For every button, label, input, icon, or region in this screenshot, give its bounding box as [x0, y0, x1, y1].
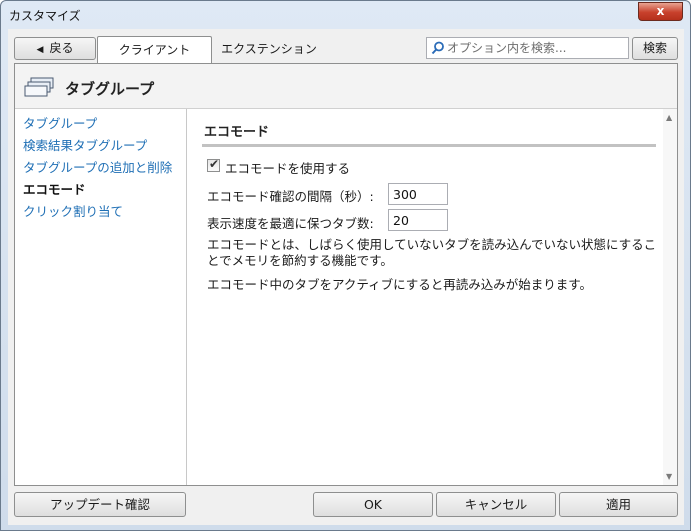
sidebar-item-add-remove[interactable]: タブグループの追加と削除	[15, 160, 186, 182]
close-icon: x	[656, 4, 665, 18]
tab-client[interactable]: クライアント	[97, 36, 212, 64]
check-update-button[interactable]: アップデート確認	[14, 492, 186, 517]
scroll-down-icon[interactable]: ▼	[666, 472, 672, 481]
search-box	[426, 37, 629, 59]
tab-count-label: 表示速度を最適に保つタブ数:	[207, 216, 374, 231]
back-button-label: 戻る	[49, 41, 74, 55]
title-bar: カスタマイズ x	[1, 1, 690, 29]
search-button[interactable]: 検索	[632, 37, 678, 60]
search-input[interactable]	[447, 40, 625, 56]
checkmark-icon: ✔	[209, 157, 220, 171]
close-button[interactable]: x	[638, 2, 683, 21]
sidebar-item-eco-mode[interactable]: エコモード	[15, 182, 186, 204]
sidebar-item-tab-group[interactable]: タブグループ	[15, 116, 186, 138]
scroll-up-icon[interactable]: ▲	[666, 113, 672, 122]
sidebar-item-click-assign[interactable]: クリック割り当て	[15, 204, 186, 226]
window-title: カスタマイズ	[9, 9, 81, 23]
options-panel: タブグループ タブグループ 検索結果タブグループ タブグループの追加と削除 エコ…	[14, 63, 678, 486]
apply-button[interactable]: 適用	[559, 492, 678, 517]
sidebar-nav: タブグループ 検索結果タブグループ タブグループの追加と削除 エコモード クリッ…	[15, 109, 187, 485]
section-divider	[202, 144, 656, 147]
tab-count-input[interactable]	[388, 209, 448, 231]
eco-mode-checkbox[interactable]: ✔	[207, 157, 220, 172]
section-title: エコモード	[204, 125, 270, 140]
eco-mode-checkbox-label[interactable]: エコモードを使用する	[225, 158, 350, 177]
tab-extension[interactable]: エクステンション	[214, 36, 324, 63]
ok-button[interactable]: OK	[313, 492, 433, 517]
panel-header: タブグループ	[15, 64, 677, 109]
tab-group-icon	[24, 77, 54, 97]
content-area: エコモード ✔ エコモードを使用する エコモード確認の間隔（秒）: 表示速度を最…	[188, 109, 663, 485]
search-icon	[431, 41, 444, 55]
panel-title: タブグループ	[65, 80, 155, 98]
dialog-window: カスタマイズ x ◀ 戻る クライアント エクステンション 検索	[0, 0, 691, 531]
eco-mode-description: エコモードとは、しばらく使用していないタブを読み込んでいない状態にすることでメモ…	[207, 237, 657, 268]
back-button[interactable]: ◀ 戻る	[14, 37, 96, 60]
interval-input[interactable]	[388, 183, 448, 205]
back-arrow-icon: ◀	[36, 45, 44, 55]
interval-label: エコモード確認の間隔（秒）:	[207, 189, 374, 204]
client-area: ◀ 戻る クライアント エクステンション 検索 タブグループ タブグループ	[8, 29, 684, 525]
vertical-scrollbar[interactable]: ▲ ▼	[663, 109, 677, 485]
eco-mode-reload-note: エコモード中のタブをアクティブにすると再読み込みが始まります。	[207, 277, 593, 292]
sidebar-item-search-result-tab-group[interactable]: 検索結果タブグループ	[15, 138, 186, 160]
cancel-button[interactable]: キャンセル	[436, 492, 556, 517]
